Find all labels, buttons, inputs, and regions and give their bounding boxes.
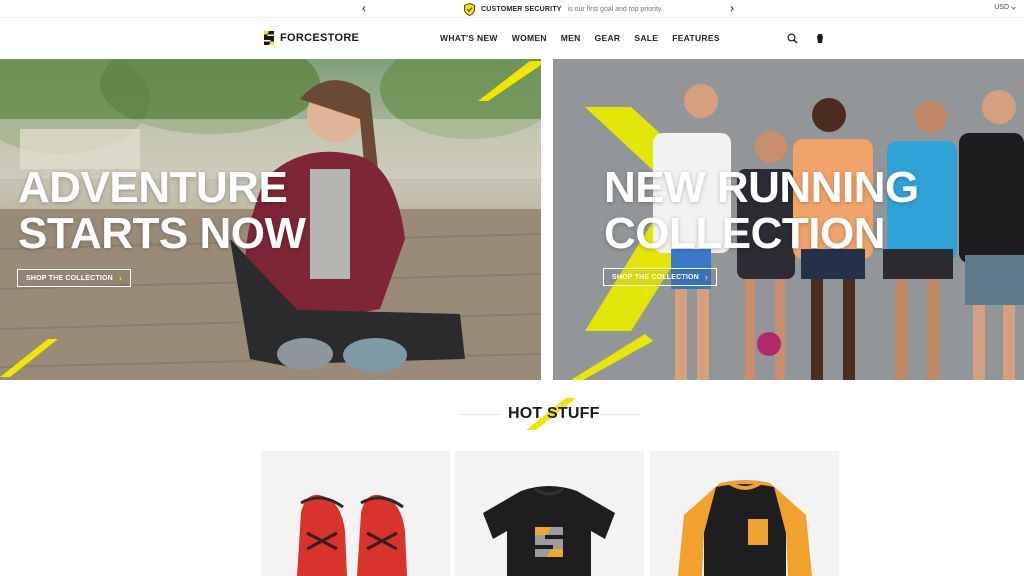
nav-men[interactable]: MEN — [561, 33, 581, 43]
announcement-strong-text: CUSTOMER SECURITY — [481, 5, 562, 13]
nav-whats-new[interactable]: WHAT'S NEW — [440, 33, 498, 43]
shop-collection-label: SHOP THE COLLECTION — [26, 274, 113, 282]
currency-label: USD — [994, 4, 1009, 11]
main-navigation: WHAT'S NEW WOMEN MEN GEAR SALE FEATURES — [440, 33, 734, 43]
hero-banner-adventure[interactable]: ADVENTURE STARTS NOW SHOP THE COLLECTION… — [0, 59, 541, 380]
nav-sale[interactable]: SALE — [634, 33, 658, 43]
orange-raglan-shirt-image — [678, 480, 812, 576]
chevron-right-icon: › — [118, 273, 123, 283]
forcestore-logo-icon — [264, 31, 274, 45]
red-running-shoes-image — [297, 494, 407, 576]
shop-collection-button[interactable]: SHOP THE COLLECTION › — [603, 268, 718, 286]
hero-title-line-2: COLLECTION — [604, 209, 885, 258]
chevron-right-icon: › — [704, 272, 709, 282]
announcement-bar: ‹ CUSTOMER SECURITY is our first goal an… — [0, 0, 1024, 18]
store-name: FORCESTORE — [280, 32, 360, 44]
product-card[interactable] — [455, 451, 644, 576]
store-logo[interactable]: FORCESTORE — [262, 30, 359, 46]
chevron-down-icon — [1011, 6, 1016, 10]
nav-features[interactable]: FEATURES — [672, 33, 720, 43]
previous-announcement-button[interactable]: ‹ — [362, 1, 366, 15]
currency-selector[interactable]: USD — [994, 4, 1016, 11]
nav-gear[interactable]: GEAR — [595, 33, 621, 43]
announcement-light-text: is our first goal and top priority. — [567, 5, 663, 13]
hero-title-line-1: NEW RUNNING — [604, 163, 919, 212]
product-card[interactable] — [261, 451, 450, 576]
hero-title-line-1: ADVENTURE — [18, 163, 288, 212]
shopping-bag-icon — [817, 33, 823, 43]
shop-collection-label: SHOP THE COLLECTION — [612, 273, 699, 281]
nav-women[interactable]: WOMEN — [512, 33, 547, 43]
product-card[interactable] — [650, 451, 839, 576]
hero-title-adventure: ADVENTURE STARTS NOW — [18, 165, 306, 257]
search-icon — [786, 32, 797, 43]
search-button[interactable] — [786, 32, 798, 44]
divider — [600, 414, 640, 415]
hero-title-line-2: STARTS NOW — [18, 209, 306, 258]
hero-title-running: NEW RUNNING COLLECTION — [604, 165, 919, 257]
cart-button[interactable] — [814, 32, 826, 44]
announcement-message: CUSTOMER SECURITY is our first goal and … — [464, 2, 663, 16]
divider — [460, 414, 500, 415]
next-announcement-button[interactable]: › — [730, 1, 734, 15]
shop-collection-button[interactable]: SHOP THE COLLECTION › — [17, 269, 132, 287]
black-tshirt-image — [483, 486, 615, 576]
site-header: FORCESTORE WHAT'S NEW WOMEN MEN GEAR SAL… — [0, 18, 1024, 59]
section-title: HOT STUFF — [508, 405, 600, 422]
hot-stuff-heading: HOT STUFF — [0, 398, 1024, 430]
shield-check-icon — [464, 2, 475, 16]
hero-banner-running[interactable]: NEW RUNNING COLLECTION SHOP THE COLLECTI… — [553, 59, 1024, 380]
